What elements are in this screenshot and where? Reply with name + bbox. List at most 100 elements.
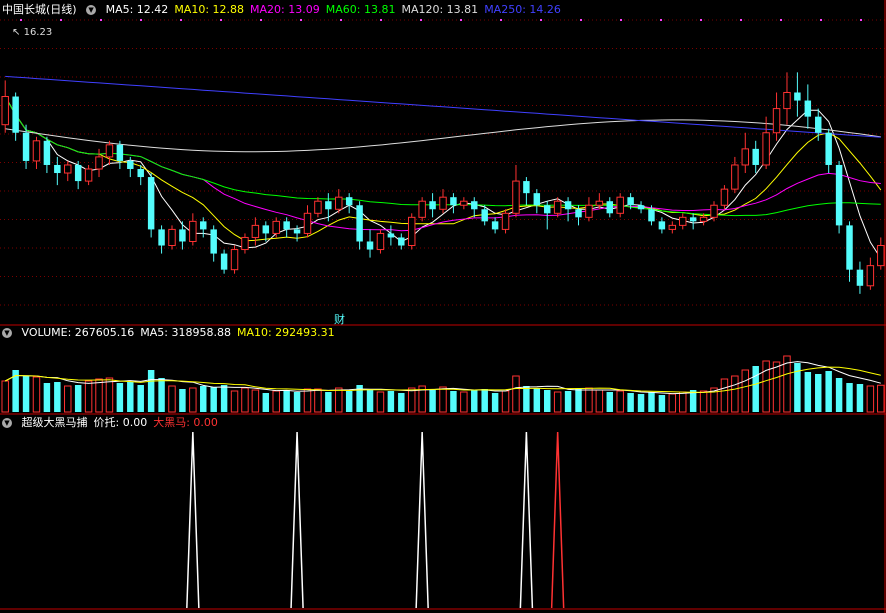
candle-body-down: [491, 221, 499, 230]
candle-body-up: [251, 224, 260, 238]
indicator-labels: 超级大黑马捕 价托: 0.00 大黑马: 0.00: [22, 416, 224, 429]
candle: [105, 140, 114, 165]
candle: [752, 140, 759, 174]
stock-title[interactable]: 中国长城(日线): [2, 3, 77, 16]
volume-bar-up: [64, 385, 72, 413]
candle-body-up: [189, 220, 197, 242]
candle: [741, 132, 750, 174]
candle-body-up: [272, 220, 280, 234]
candle-body-down: [533, 193, 541, 206]
candle: [501, 209, 510, 234]
candle: [147, 173, 155, 238]
candle-body-down: [210, 229, 217, 254]
volume-bar-down: [147, 370, 155, 412]
candle: [314, 197, 322, 218]
candle: [794, 72, 801, 117]
volume-bar-up: [731, 375, 739, 413]
candle: [689, 213, 697, 230]
candle-body-down: [220, 253, 228, 270]
candle-body-down: [815, 116, 822, 133]
candle-body-down: [627, 197, 634, 206]
candle-body-down: [398, 237, 405, 246]
candle-body-down: [12, 96, 19, 133]
candle: [772, 92, 781, 141]
ma-lines: [4, 75, 882, 259]
candle: [616, 193, 624, 218]
top-dot: [820, 19, 822, 21]
candle-body-down: [22, 132, 30, 161]
signal-spike: [415, 431, 429, 609]
volume-bar-down: [627, 393, 634, 412]
volume-bar-down: [293, 392, 301, 412]
top-dot: [740, 19, 742, 21]
candle-body-down: [752, 148, 759, 165]
candle: [429, 193, 436, 218]
ma250-line: [5, 75, 881, 138]
volume-toggle-icon[interactable]: ▼: [2, 328, 12, 338]
candle: [74, 160, 82, 190]
top-dot: [420, 19, 422, 21]
candle-body-up: [105, 144, 114, 158]
candle: [595, 193, 604, 210]
volume-bar-up: [720, 378, 729, 413]
volume-bar-up: [512, 375, 520, 413]
volume-bar-down: [200, 386, 207, 412]
ma-labels: MA5: 12.42 MA10: 12.88 MA20: 13.09 MA60: 13…: [106, 3, 567, 16]
indicator-toggle-icon[interactable]: ▼: [2, 418, 12, 428]
candle-body-down: [147, 177, 155, 230]
candle-body-down: [429, 201, 436, 210]
volume-bar-down: [137, 385, 144, 412]
candle: [533, 189, 541, 214]
candle: [668, 221, 677, 234]
top-dot: [620, 19, 622, 21]
volume-bar-down: [835, 378, 843, 412]
candle-body-down: [856, 269, 864, 286]
candle-body-down: [387, 233, 395, 238]
volume-bar-up: [32, 376, 41, 413]
candle: [407, 213, 416, 250]
candle-body-up: [376, 232, 385, 251]
volume-bar-down: [752, 366, 759, 412]
top-dot: [220, 19, 222, 21]
volume-bar-down: [533, 388, 541, 412]
candle-body-up: [668, 224, 677, 230]
candle: [283, 217, 290, 238]
candle-body-down: [564, 201, 572, 210]
candle: [116, 140, 124, 169]
candle-body-up: [585, 204, 593, 218]
candle: [43, 136, 51, 174]
candle-body-down: [544, 205, 551, 214]
indicator-panel-header: ▼ 超级大黑马捕 价托: 0.00 大黑马: 0.00: [2, 415, 230, 431]
candle-body-up: [230, 249, 239, 271]
candle-body-up: [168, 228, 176, 247]
candle-body-down: [262, 225, 270, 234]
candle: [54, 156, 61, 186]
candle-body-down: [54, 164, 61, 174]
candle: [32, 136, 41, 169]
volume-bar-down: [481, 389, 488, 412]
candle-body-up: [731, 164, 739, 190]
chart-stage[interactable]: 中国长城(日线) ▼ MA5: 12.42 MA10: 12.88 MA20: 13…: [0, 0, 886, 613]
volume-bar-down: [544, 390, 551, 412]
candle: [866, 257, 875, 290]
candle: [345, 193, 353, 214]
chart-canvas[interactable]: [0, 0, 886, 613]
volume-bar-up: [460, 391, 468, 413]
candle-body-down: [179, 229, 186, 242]
signal-spike: [550, 431, 565, 609]
volume-bar-up: [251, 389, 260, 413]
volume-bar-down: [606, 392, 614, 412]
candle: [460, 197, 468, 210]
top-dot: [20, 19, 22, 21]
candle: [877, 237, 885, 270]
ma-label-1: MA10: 12.88: [174, 3, 245, 16]
candle: [835, 160, 843, 234]
volume-bar-down: [325, 392, 332, 412]
top-dot: [540, 19, 542, 21]
volume-bar-down: [648, 392, 655, 412]
ma-toggle-icon[interactable]: ▼: [86, 5, 97, 15]
candle-body-up: [314, 200, 322, 214]
candle-body-up: [741, 148, 750, 166]
ma-label-4: MA120: 13.81: [401, 3, 479, 16]
volume-bar-up: [616, 390, 624, 413]
